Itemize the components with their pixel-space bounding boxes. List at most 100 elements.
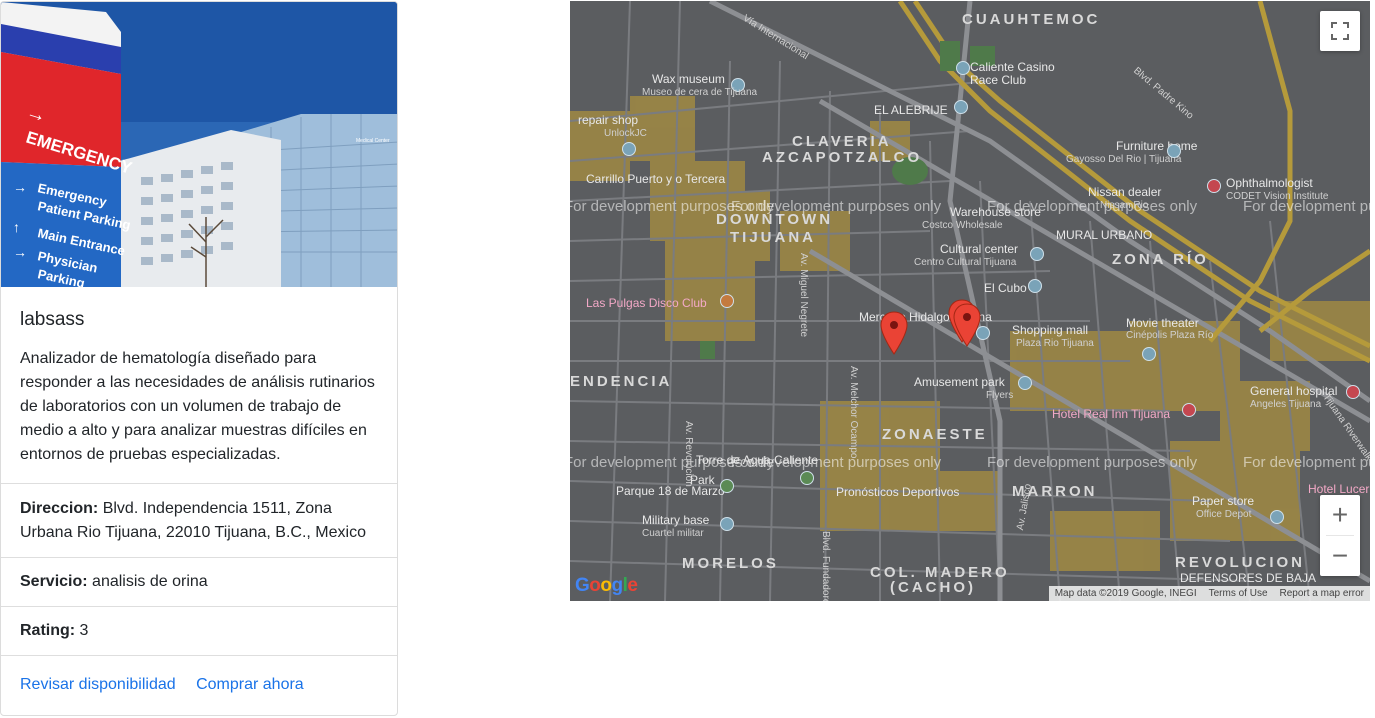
address-item: Direccion: Blvd. Independencia 1511, Zon… — [1, 483, 397, 557]
map-label: Nissan dealer — [1088, 185, 1162, 199]
map-data-text: Map data ©2019 Google, INEGI — [1054, 588, 1197, 599]
map-label: CUAUHTEMOC — [962, 11, 1101, 28]
military-poi-icon[interactable] — [720, 517, 734, 531]
map-label: Hotel Real Inn Tijuana — [1052, 407, 1171, 421]
hospital-photo: → EMERGENCY Emergency Patient Parking Ma… — [1, 2, 397, 287]
lab-card: → EMERGENCY Emergency Patient Parking Ma… — [0, 1, 398, 716]
club-poi-icon[interactable] — [720, 294, 734, 308]
map-label: Amusement park — [914, 375, 1005, 389]
map-label: CODET Vision Institute — [1226, 191, 1329, 202]
store-poi-icon[interactable] — [1270, 510, 1284, 524]
map-label: Race Club — [970, 73, 1027, 87]
map-label: Furniture home — [1116, 139, 1198, 153]
fullscreen-button[interactable] — [1320, 11, 1360, 51]
map-label: MURAL URBANO — [1056, 228, 1153, 242]
report-error-link[interactable]: Report a map error — [1280, 588, 1364, 599]
map-label: MORELOS — [682, 555, 779, 572]
google-logo[interactable]: Google — [575, 575, 638, 597]
street-label: Av. Revolución — [683, 421, 694, 487]
cinema-poi-icon[interactable] — [1142, 347, 1156, 361]
street-label: Av. Miguel Negrete — [798, 253, 809, 338]
map[interactable]: For development purposes only For develo… — [570, 1, 1370, 601]
location-pin-icon[interactable] — [880, 311, 908, 355]
park-poi-icon[interactable] — [720, 479, 734, 493]
map-label: El Cubo — [984, 281, 1027, 295]
map-label: DOWNTOWN — [716, 211, 834, 228]
shop-poi-icon[interactable] — [622, 142, 636, 156]
park-poi-icon[interactable] — [800, 471, 814, 485]
service-label: Servicio: — [20, 573, 88, 590]
address-label: Direccion: — [20, 500, 99, 517]
map-label: ENDENCIA — [570, 373, 673, 390]
map-label: Military base — [642, 513, 710, 527]
card-body: labsass Analizador de hematología diseña… — [1, 287, 397, 467]
map-label: DEFENSORES DE BAJA — [1180, 571, 1317, 585]
map-label: Plaza Rio Tijuana — [1016, 338, 1094, 349]
map-label: Cultural center — [940, 242, 1019, 256]
street-label: Blvd. Fundadores — [820, 531, 831, 601]
map-label: Gayosso Del Rio | Tijuana — [1066, 154, 1182, 165]
place-poi-icon[interactable] — [954, 100, 968, 114]
cultural-poi-icon[interactable] — [1030, 247, 1044, 261]
map-label: Paper store — [1192, 494, 1255, 508]
map-label: Costco Wholesale — [922, 220, 1003, 231]
map-label: Las Pulgas Disco Club — [586, 296, 707, 310]
service-value: analisis de orina — [87, 573, 208, 590]
location-pin-icon[interactable] — [953, 303, 981, 347]
dev-watermark: For development purposes only — [987, 454, 1198, 471]
map-label: TIJUANA — [730, 229, 817, 246]
map-label: Centro Cultural Tijuana — [914, 257, 1017, 268]
zoom-in-button[interactable]: + — [1320, 495, 1360, 535]
general-hospital-poi-icon[interactable] — [1346, 385, 1360, 399]
map-label: Ophthalmologist — [1226, 176, 1313, 190]
map-label: EL ALEBRIJE — [874, 103, 948, 117]
map-label: repair shop — [578, 113, 639, 127]
map-label: Carrillo Puerto y o Tercera — [586, 172, 726, 186]
map-label: Flyers — [986, 390, 1014, 401]
map-label: ZONAESTE — [882, 426, 988, 443]
map-attribution: Map data ©2019 Google, INEGI Terms of Us… — [1048, 586, 1370, 601]
map-label: Museo de cera de Tijuana — [642, 87, 758, 98]
svg-text:→: → — [13, 244, 27, 260]
map-label: Warehouse store — [950, 205, 1041, 219]
check-availability-link[interactable]: Revisar disponibilidad — [20, 676, 176, 693]
map-label: Cuartel militar — [642, 528, 704, 539]
hospital-poi-icon[interactable] — [1207, 179, 1221, 193]
map-label: REVOLUCION — [1175, 554, 1306, 571]
amusement-poi-icon[interactable] — [1018, 376, 1032, 390]
street-label: Av. Melchor Ocampo — [848, 366, 859, 459]
map-label: UnlockJC — [604, 128, 647, 139]
map-label: AZCAPOTZALCO — [762, 149, 923, 166]
zoom-out-button[interactable]: − — [1320, 536, 1360, 576]
card-description: Analizador de hematología diseñado para … — [20, 350, 375, 463]
svg-text:Medical Center: Medical Center — [356, 138, 390, 144]
buy-now-link[interactable]: Comprar ahora — [196, 676, 304, 693]
card-links: Revisar disponibilidad Comprar ahora — [1, 655, 397, 715]
map-label: Pronósticos Deportivos — [836, 485, 960, 499]
zoom-control: + − — [1320, 495, 1360, 576]
map-label: Wax museum — [652, 72, 725, 86]
casino-poi-icon[interactable] — [956, 61, 970, 75]
map-label: Cinépolis Plaza Río — [1126, 330, 1214, 341]
card-title: labsass — [20, 309, 85, 330]
fullscreen-icon — [1331, 22, 1349, 40]
card-image: → EMERGENCY Emergency Patient Parking Ma… — [1, 2, 397, 287]
map-label: Office Depot — [1196, 509, 1252, 520]
hotel-poi-icon[interactable] — [1182, 403, 1196, 417]
rating-item: Rating: 3 — [1, 606, 397, 655]
map-label: COL. MADERO — [870, 564, 1010, 581]
furniture-poi-icon[interactable] — [1167, 144, 1181, 158]
map-label: Torre de Agua Caliente — [696, 453, 819, 467]
map-label: CLAVERIA — [792, 133, 892, 150]
svg-text:→: → — [13, 179, 27, 195]
service-item: Servicio: analisis de orina — [1, 557, 397, 606]
dev-watermark: For development purposes only — [1243, 454, 1370, 471]
rating-label: Rating: — [20, 622, 76, 639]
map-label: Angeles Tijuana — [1250, 399, 1322, 410]
map-label: Shopping mall — [1012, 323, 1089, 337]
map-label: (CACHO) — [890, 579, 976, 596]
map-label: ZONA RÍO — [1112, 251, 1209, 268]
el-cubo-poi-icon[interactable] — [1028, 279, 1042, 293]
terms-link[interactable]: Terms of Use — [1209, 588, 1268, 599]
map-label: Nissan Rio — [1100, 200, 1149, 211]
